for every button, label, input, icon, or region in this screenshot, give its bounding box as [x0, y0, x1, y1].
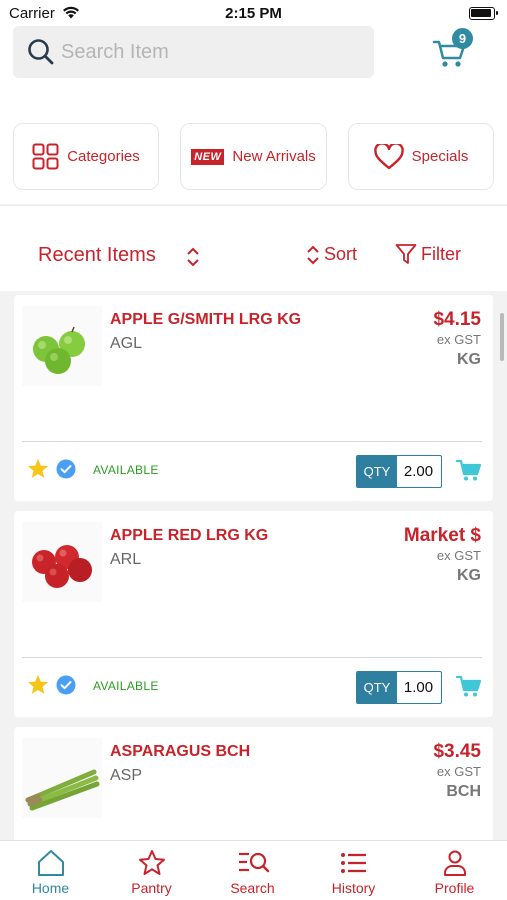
tab-profile[interactable]: Profile	[404, 841, 505, 900]
sort-icon	[307, 245, 319, 264]
qty-label: QTY	[357, 456, 397, 487]
quantity-input[interactable]	[397, 672, 440, 703]
verified-icon	[56, 459, 76, 479]
gst-note: ex GST	[436, 332, 481, 347]
status-bar: Carrier 2:15 PM	[0, 0, 507, 28]
list-header: Recent Items Sort Filter	[0, 205, 507, 291]
product-image-green-apples	[22, 306, 102, 386]
add-to-cart-icon[interactable]	[456, 674, 482, 698]
star-outline-icon	[139, 850, 165, 875]
tab-home[interactable]: Home	[0, 841, 101, 900]
product-name[interactable]: APPLE RED LRG KG	[110, 527, 268, 545]
person-icon	[444, 850, 466, 876]
tab-label: Search	[230, 880, 275, 896]
availability-status: AVAILABLE	[93, 679, 159, 693]
product-card[interactable]: APPLE G/SMITH LRG KG AGL $4.15 ex GST KG…	[14, 295, 493, 501]
quantity-input[interactable]	[397, 456, 440, 487]
specials-label: Specials	[411, 148, 469, 165]
search-bar[interactable]	[13, 26, 374, 78]
heart-icon	[373, 143, 404, 169]
product-code: ARL	[110, 551, 142, 568]
product-unit: KG	[457, 567, 481, 584]
star-icon[interactable]	[27, 674, 49, 695]
tab-label: Home	[31, 880, 70, 896]
specials-button[interactable]: Specials	[348, 123, 494, 190]
product-name[interactable]: ASPARAGUS BCH	[110, 743, 250, 761]
list-icon	[341, 853, 366, 873]
product-unit: BCH	[446, 783, 481, 800]
new-arrivals-button[interactable]: NEW New Arrivals	[180, 123, 327, 190]
gst-note: ex GST	[436, 764, 481, 779]
new-badge-icon: NEW	[191, 148, 225, 165]
sort-label: Sort	[324, 244, 358, 264]
cart-count-badge: 9	[452, 28, 473, 49]
add-to-cart-icon[interactable]	[456, 458, 482, 482]
search-input[interactable]	[61, 38, 361, 66]
product-unit: KG	[457, 351, 481, 368]
scrollbar[interactable]	[500, 313, 504, 361]
star-icon[interactable]	[27, 458, 49, 479]
chevron-up-down-icon[interactable]	[185, 246, 201, 268]
product-code: ASP	[110, 767, 143, 784]
gst-note: ex GST	[436, 548, 481, 563]
filter-label: Filter	[421, 243, 461, 264]
product-price: Market $	[403, 525, 481, 546]
tab-label: Pantry	[131, 880, 172, 896]
product-name[interactable]: APPLE G/SMITH LRG KG	[110, 311, 301, 329]
header-area: 9 Categories NEW New Arrivals Specials	[0, 26, 507, 204]
filter-button[interactable]: Filter	[395, 243, 461, 265]
product-price: $3.45	[433, 741, 481, 762]
availability-status: AVAILABLE	[93, 463, 159, 477]
search-icon	[28, 39, 54, 65]
divider	[22, 441, 482, 442]
categories-label: Categories	[67, 148, 140, 165]
search-list-icon	[239, 852, 270, 873]
home-icon	[38, 850, 64, 876]
product-price: $4.15	[433, 309, 481, 330]
clock: 2:15 PM	[225, 5, 282, 22]
grid-icon	[32, 143, 59, 170]
new-arrivals-label: New Arrivals	[232, 148, 316, 165]
recent-items-selector[interactable]: Recent Items	[38, 244, 156, 267]
bottom-tab-bar: Home Pantry Search History Profile	[0, 840, 507, 900]
tab-label: History	[331, 880, 376, 896]
verified-icon	[56, 675, 76, 695]
tab-search[interactable]: Search	[202, 841, 303, 900]
product-image-asparagus	[22, 738, 102, 818]
tab-pantry[interactable]: Pantry	[101, 841, 202, 900]
tab-history[interactable]: History	[303, 841, 404, 900]
product-code: AGL	[110, 335, 143, 352]
cart-button[interactable]: 9	[432, 28, 476, 74]
categories-button[interactable]: Categories	[13, 123, 159, 190]
product-list[interactable]: APPLE G/SMITH LRG KG AGL $4.15 ex GST KG…	[0, 291, 507, 840]
product-card[interactable]: APPLE RED LRG KG ARL Market $ ex GST KG …	[14, 511, 493, 717]
qty-label: QTY	[357, 672, 397, 703]
tab-label: Profile	[434, 880, 475, 896]
battery-icon	[469, 7, 498, 20]
sort-button[interactable]: Sort	[306, 244, 357, 265]
product-card[interactable]: ASPARAGUS BCH ASP $3.45 ex GST BCH	[14, 727, 493, 840]
filter-icon	[395, 244, 417, 264]
divider	[22, 657, 482, 658]
product-image-red-apples	[22, 522, 102, 602]
quantity-stepper[interactable]: QTY	[356, 455, 442, 488]
quantity-stepper[interactable]: QTY	[356, 671, 442, 704]
